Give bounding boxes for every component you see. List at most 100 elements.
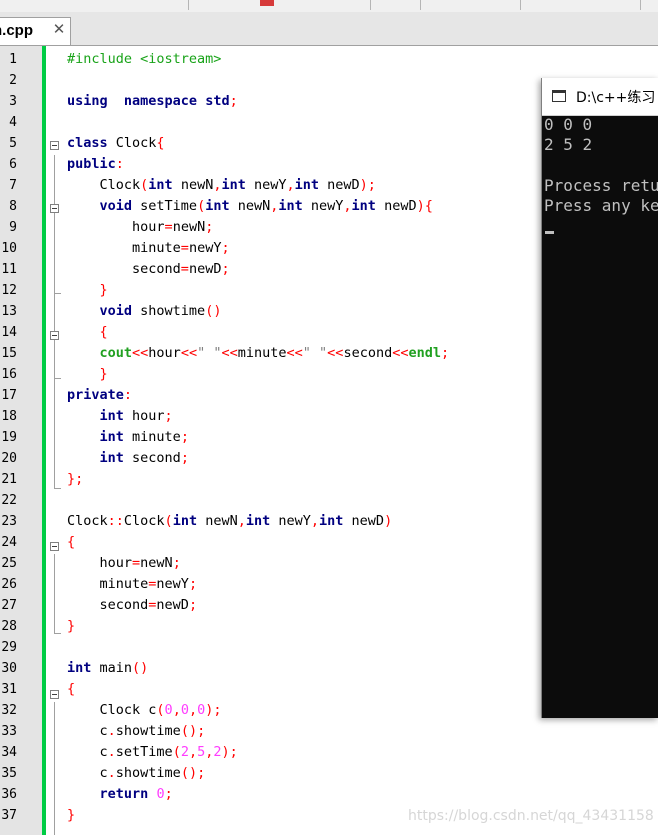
code-text: int second;: [67, 448, 189, 469]
code-text: return 0;: [67, 784, 173, 805]
console-window[interactable]: D:\c++练习 0 0 0 2 5 2 Process retu Press …: [541, 78, 658, 718]
code-token: int: [294, 177, 320, 193]
code-token: }: [99, 366, 108, 382]
code-text: Clock(int newN,int newY,int newD);: [67, 175, 376, 196]
line-number: 28: [1, 619, 17, 634]
code-token: :: [123, 387, 133, 403]
code-token: ;: [221, 240, 230, 256]
code-token: (: [156, 702, 165, 718]
code-token: 0: [164, 702, 173, 718]
code-token: (): [205, 303, 222, 319]
code-token: newD: [188, 261, 222, 277]
tab-file[interactable]: n.cpp ✕: [0, 17, 71, 45]
code-text: Clock::Clock(int newN,int newY,int newD): [67, 511, 392, 532]
code-token: ,: [343, 198, 352, 214]
code-token: ;: [229, 93, 238, 109]
code-text: void setTime(int newN,int newY,int newD)…: [67, 196, 433, 217]
code-token: Clock: [123, 513, 165, 529]
code-token: ;: [205, 219, 214, 235]
code-token: }: [67, 618, 76, 634]
code-line[interactable]: 36 return 0;: [0, 784, 658, 805]
line-number: 16: [1, 367, 17, 382]
code-token: second: [67, 597, 149, 613]
code-token: hour: [148, 345, 181, 361]
line-number: 17: [1, 388, 17, 403]
code-text: c.setTime(2,5,2);: [67, 742, 238, 763]
code-token: #include <iostream>: [67, 51, 222, 67]
toolbar-separator: [188, 0, 189, 10]
code-token: ,: [286, 177, 295, 193]
code-token: showtime: [115, 765, 181, 781]
code-token: newY: [188, 240, 222, 256]
code-line[interactable]: 1 #include <iostream>: [0, 49, 658, 70]
toolbar-separator: [520, 0, 521, 10]
line-number: 10: [1, 241, 17, 256]
code-token: setTime: [132, 198, 198, 214]
code-text: c.showtime();: [67, 721, 206, 742]
code-token: );: [221, 744, 238, 760]
code-token: ,: [172, 702, 181, 718]
line-number: 22: [1, 493, 17, 508]
line-number: 8: [9, 199, 17, 214]
line-number: 36: [1, 787, 17, 802]
line-number: 19: [1, 430, 17, 445]
line-number: 12: [1, 283, 17, 298]
code-token: <<: [392, 345, 409, 361]
code-token: ;: [188, 597, 198, 613]
line-number: 21: [1, 472, 17, 487]
code-token: =: [180, 240, 189, 256]
line-number: 25: [1, 556, 17, 571]
code-text: {: [67, 532, 75, 553]
line-number: 14: [1, 325, 17, 340]
code-token: int: [99, 408, 124, 424]
code-token: 0: [156, 786, 165, 802]
code-token: cout: [99, 345, 133, 361]
code-token: ();: [180, 765, 206, 781]
code-text: public:: [67, 154, 124, 175]
code-token: int: [67, 660, 92, 676]
code-text: }: [67, 280, 108, 301]
code-token: 2: [213, 744, 222, 760]
console-title-bar[interactable]: D:\c++练习: [542, 78, 658, 116]
code-text: void showtime(): [67, 301, 222, 322]
code-line[interactable]: 35 c.showtime();: [0, 763, 658, 784]
code-text: }: [67, 805, 75, 826]
code-token: .: [107, 744, 116, 760]
code-text: using namespace std;: [67, 91, 238, 112]
code-token: int: [99, 429, 124, 445]
console-title: D:\c++练习: [576, 90, 656, 106]
line-number: 2: [9, 73, 17, 88]
code-token: }: [99, 282, 108, 298]
toolbar-close-button[interactable]: [260, 0, 274, 6]
code-token: );: [359, 177, 376, 193]
code-token: int: [319, 513, 344, 529]
code-token: <<: [180, 345, 198, 361]
watermark: https://blog.csdn.net/qq_43431158: [408, 808, 654, 824]
code-token: ::: [107, 513, 124, 529]
code-token: 0: [180, 702, 189, 718]
code-line[interactable]: 34 c.setTime(2,5,2);: [0, 742, 658, 763]
code-text: Clock c(0,0,0);: [67, 700, 222, 721]
line-number: 18: [1, 409, 17, 424]
code-token: ;: [164, 408, 173, 424]
code-token: newN: [197, 513, 238, 529]
code-token: minute: [123, 429, 181, 445]
close-icon[interactable]: ✕: [51, 21, 67, 37]
console-line: 2 5 2: [544, 135, 593, 154]
code-text: second=newD;: [67, 259, 230, 280]
code-line[interactable]: 33 c.showtime();: [0, 721, 658, 742]
toolbar-separator: [370, 0, 371, 10]
code-text: private:: [67, 385, 132, 406]
code-token: {: [99, 324, 108, 340]
toolbar-separator: [420, 0, 421, 10]
line-number: 26: [1, 577, 17, 592]
